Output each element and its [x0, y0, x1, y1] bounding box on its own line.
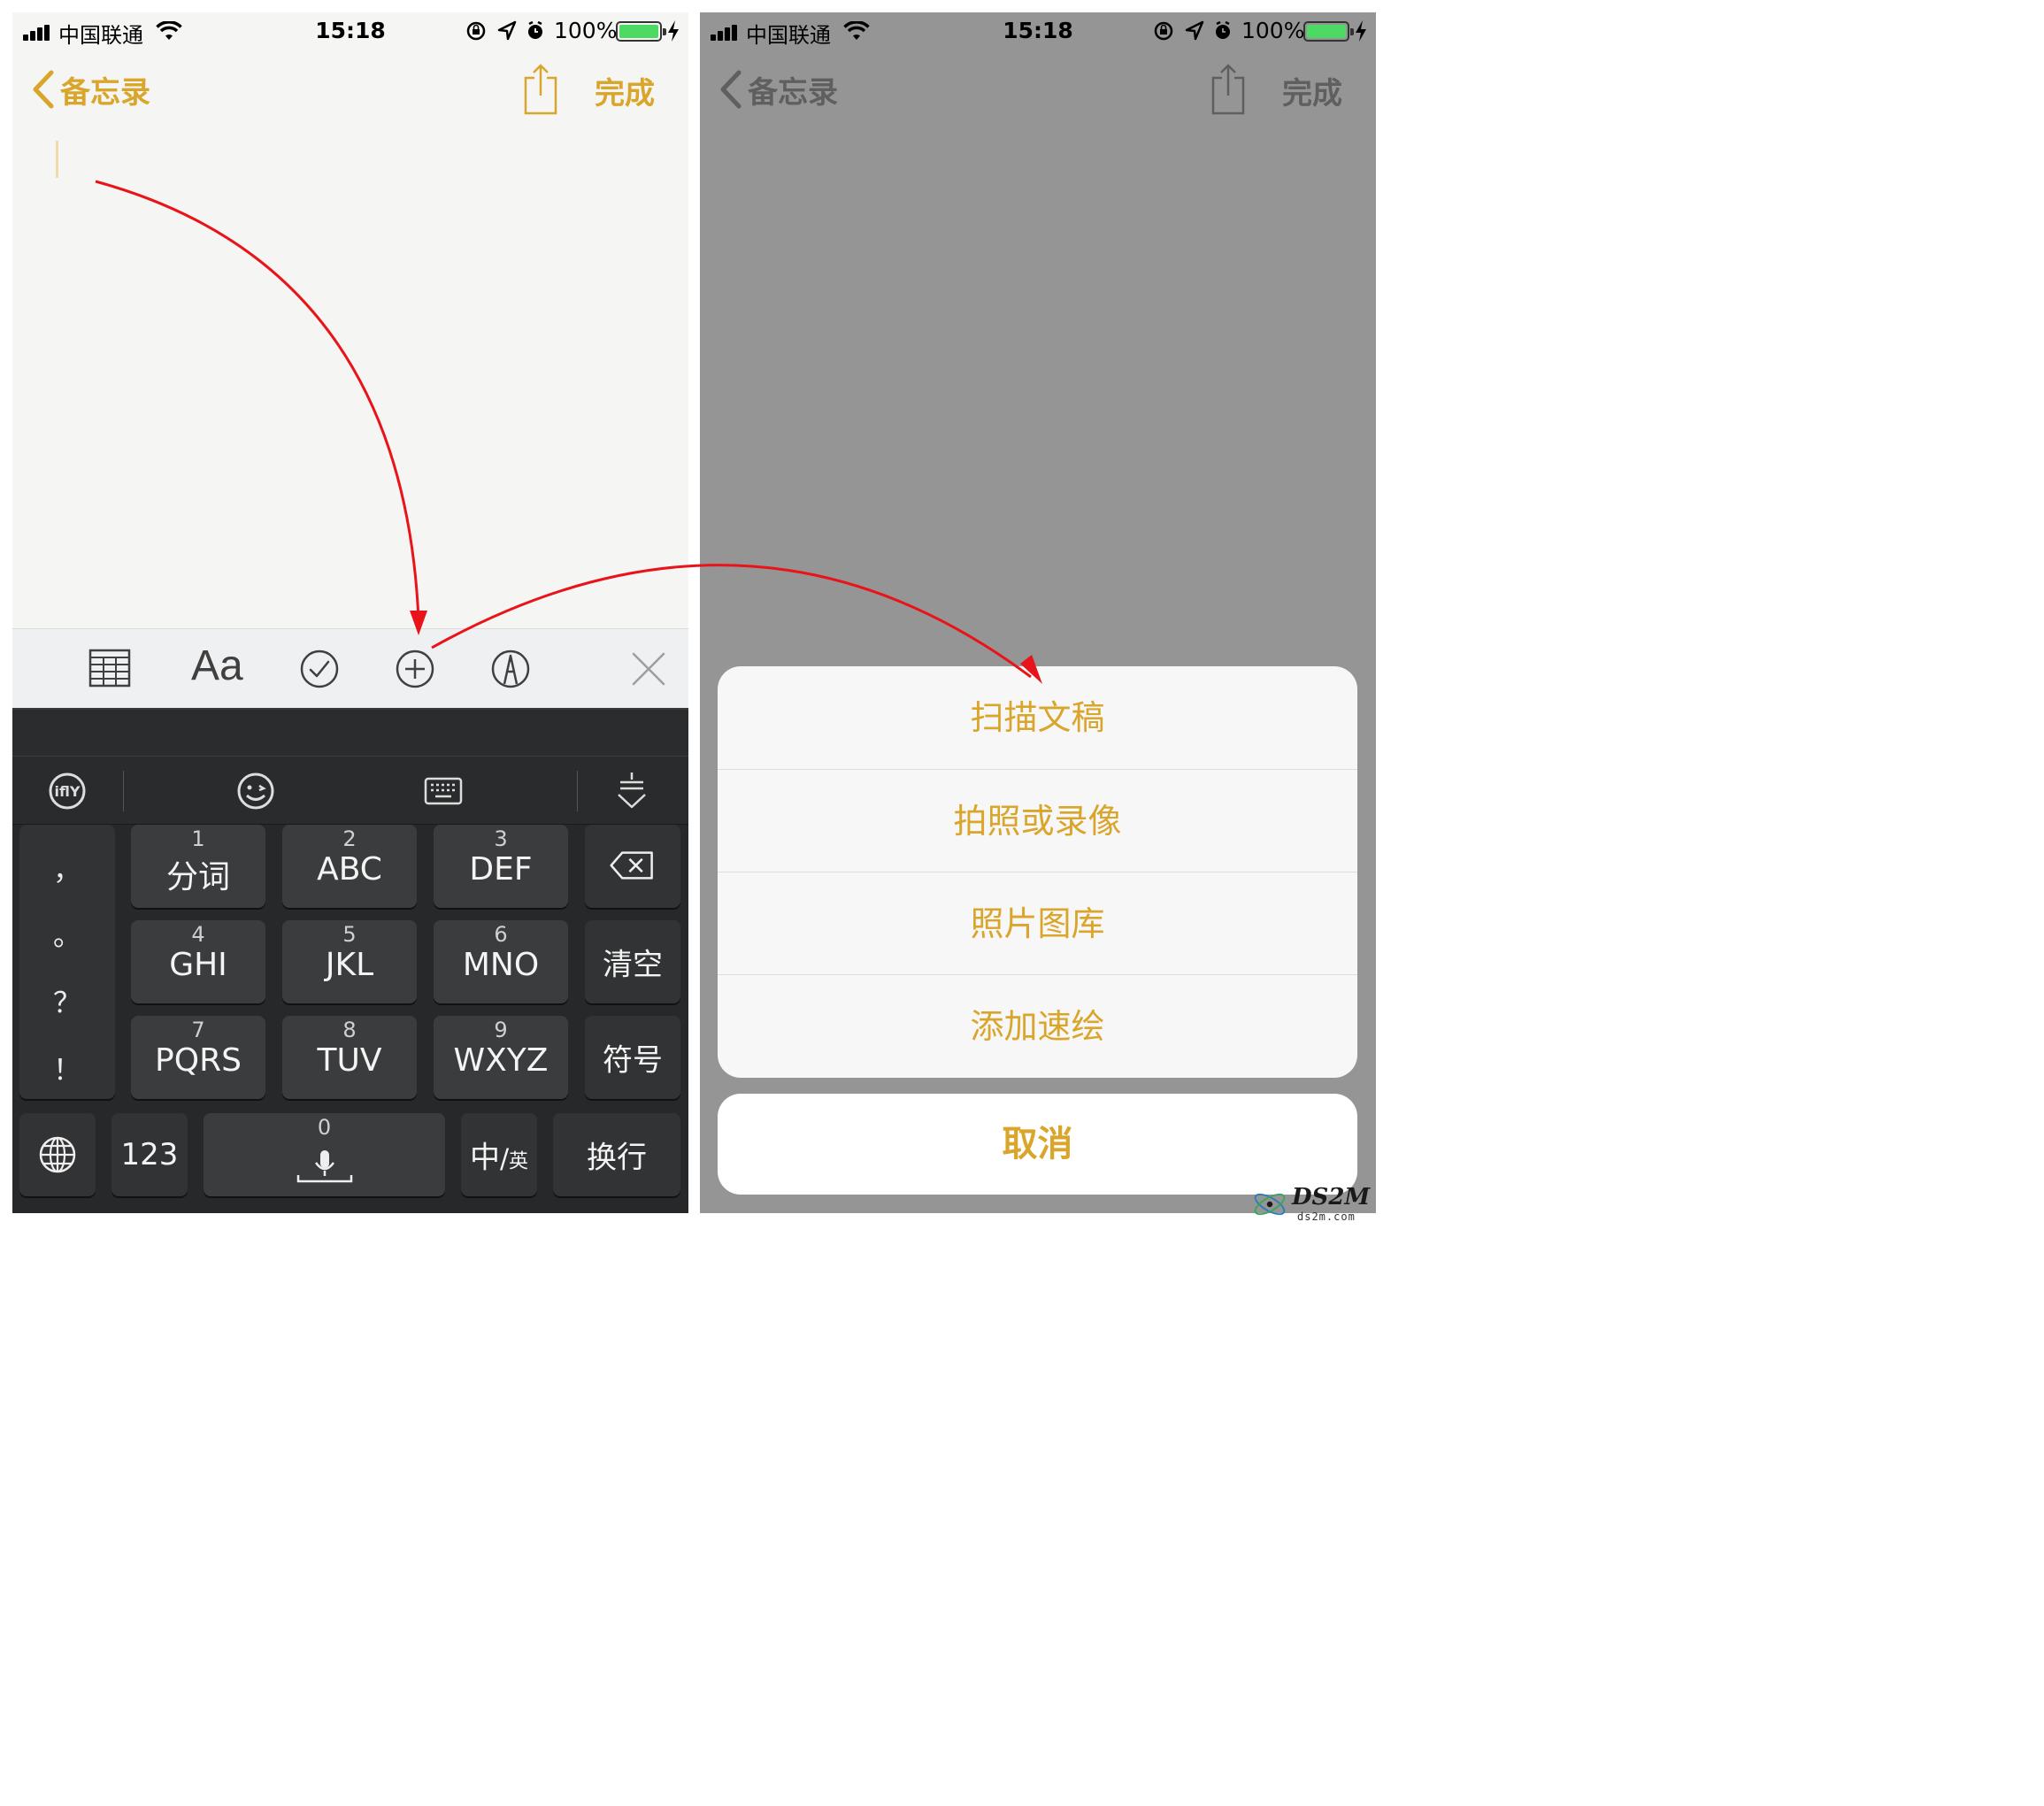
globe-key[interactable]: [19, 1113, 96, 1196]
space-key[interactable]: 0: [204, 1113, 445, 1196]
charging-icon: [668, 20, 679, 42]
backspace-icon: [610, 851, 653, 880]
keyboard-keys: ， 。 ？ ！ 1 分词 2 ABC 3 DEF 4 GHI 5 JKL 6 MNO 清空 …: [12, 825, 688, 1213]
notes-editor-screen: 中国联通 15:18 100% 备忘录 完成 Aa iflY ， 。 ？ ！ 1…: [12, 12, 688, 1213]
add-sketch-option[interactable]: 添加速绘: [718, 974, 1357, 1077]
emoji-icon[interactable]: [234, 769, 278, 813]
clear-key[interactable]: 清空: [585, 920, 680, 1003]
alarm-icon: [1216, 20, 1230, 39]
back-button-label: 备忘录: [60, 74, 150, 111]
key-4[interactable]: 4 GHI: [131, 920, 265, 1003]
punctuation-question[interactable]: ？: [19, 980, 115, 1021]
symbol-key[interactable]: 符号: [585, 1016, 680, 1099]
location-icon: [1185, 20, 1204, 41]
attachment-sheet-screen: 中国联通 15:18 100% 备忘录 完成 扫描文稿 拍照或录像 照片图库 添…: [700, 12, 1376, 1213]
numbers-key[interactable]: 123: [111, 1113, 188, 1196]
punctuation-column[interactable]: ， 。 ？ ！: [19, 825, 115, 1099]
ifly-keyboard: iflY ， 。 ？ ！ 1 分词 2 ABC 3 DEF 4 GHI 5 JKL: [12, 708, 688, 1213]
ifly-logo-icon[interactable]: iflY: [45, 769, 89, 813]
back-button[interactable]: 备忘录: [32, 67, 150, 111]
battery-icon: [1303, 21, 1354, 42]
punctuation-comma[interactable]: ，: [19, 848, 115, 888]
globe-icon: [39, 1136, 76, 1173]
share-icon[interactable]: [522, 62, 559, 115]
scan-documents-option[interactable]: 扫描文稿: [718, 666, 1357, 769]
key-5[interactable]: 5 JKL: [282, 920, 417, 1003]
markup-icon: [491, 649, 530, 688]
table-icon: [88, 649, 131, 688]
key-7[interactable]: 7 PQRS: [131, 1016, 265, 1099]
back-button-label: 备忘录: [748, 74, 838, 111]
battery-percentage: 100%: [554, 18, 618, 43]
navigation-bar: 备忘录 完成: [12, 60, 688, 122]
share-icon: [1211, 64, 1245, 115]
svg-text:iflY: iflY: [55, 783, 81, 800]
add-icon: [396, 649, 434, 688]
status-icons: [1154, 20, 1230, 41]
battery-percentage: 100%: [1241, 18, 1305, 43]
keyboard-toolbar: iflY: [12, 756, 688, 825]
checklist-button[interactable]: [296, 645, 343, 693]
charging-icon: [1356, 20, 1366, 42]
return-key[interactable]: 换行: [553, 1113, 680, 1196]
hide-keyboard-icon[interactable]: [610, 769, 654, 813]
punctuation-period[interactable]: 。: [19, 913, 115, 954]
back-button: 备忘录: [719, 67, 838, 111]
microphone-icon: [296, 1150, 353, 1183]
close-toolbar-button[interactable]: [625, 645, 672, 693]
key-8[interactable]: 8 TUV: [282, 1016, 417, 1099]
action-sheet: 扫描文稿 拍照或录像 照片图库 添加速绘: [718, 666, 1357, 1078]
lang-separator: /: [499, 1143, 510, 1175]
checklist-icon: [300, 649, 339, 688]
text-style-button[interactable]: Aa: [191, 642, 243, 690]
watermark: DS2M ds2m.com: [1246, 1182, 1380, 1226]
alarm-icon: [528, 20, 542, 39]
close-icon: [632, 652, 665, 686]
cancel-button[interactable]: 取消: [718, 1094, 1357, 1195]
chinese-english-toggle-key[interactable]: 中/英: [461, 1113, 537, 1196]
format-toolbar: Aa: [12, 628, 688, 708]
note-body[interactable]: [12, 127, 688, 628]
punctuation-exclaim[interactable]: ！: [19, 1048, 115, 1088]
done-button: 完成: [1282, 76, 1342, 111]
chevron-left-icon: [720, 70, 742, 109]
add-attachment-button[interactable]: [391, 645, 439, 693]
key-1[interactable]: 1 分词: [131, 825, 265, 908]
lang-main-label: 中: [469, 1140, 500, 1176]
status-icons: [466, 20, 542, 41]
status-bar: 中国联通 15:18 100%: [700, 12, 1376, 51]
keyboard-icon[interactable]: [421, 769, 465, 813]
battery-icon: [616, 21, 666, 42]
atom-logo-icon: [1254, 1193, 1286, 1216]
rotation-lock-icon: [466, 21, 486, 41]
status-bar: 中国联通 15:18 100%: [12, 12, 688, 51]
table-button[interactable]: [87, 645, 134, 693]
watermark-title: DS2M: [1292, 1184, 1371, 1210]
key-3[interactable]: 3 DEF: [434, 825, 568, 908]
done-button[interactable]: 完成: [595, 69, 655, 112]
watermark-url: ds2m.com: [1297, 1210, 1356, 1223]
rotation-lock-icon: [1154, 21, 1173, 41]
chevron-left-icon: [33, 70, 54, 109]
markup-button[interactable]: [487, 645, 534, 693]
key-6[interactable]: 6 MNO: [434, 920, 568, 1003]
navigation-bar-dimmed: 备忘录 完成: [700, 60, 1376, 122]
key-9[interactable]: 9 WXYZ: [434, 1016, 568, 1099]
delete-key[interactable]: [585, 825, 680, 908]
key-2[interactable]: 2 ABC: [282, 825, 417, 908]
photo-library-option[interactable]: 照片图库: [718, 872, 1357, 974]
candidate-bar: [12, 708, 688, 756]
lang-sub-label: 英: [509, 1150, 529, 1173]
take-photo-or-video-option[interactable]: 拍照或录像: [718, 769, 1357, 872]
location-icon: [497, 20, 517, 41]
